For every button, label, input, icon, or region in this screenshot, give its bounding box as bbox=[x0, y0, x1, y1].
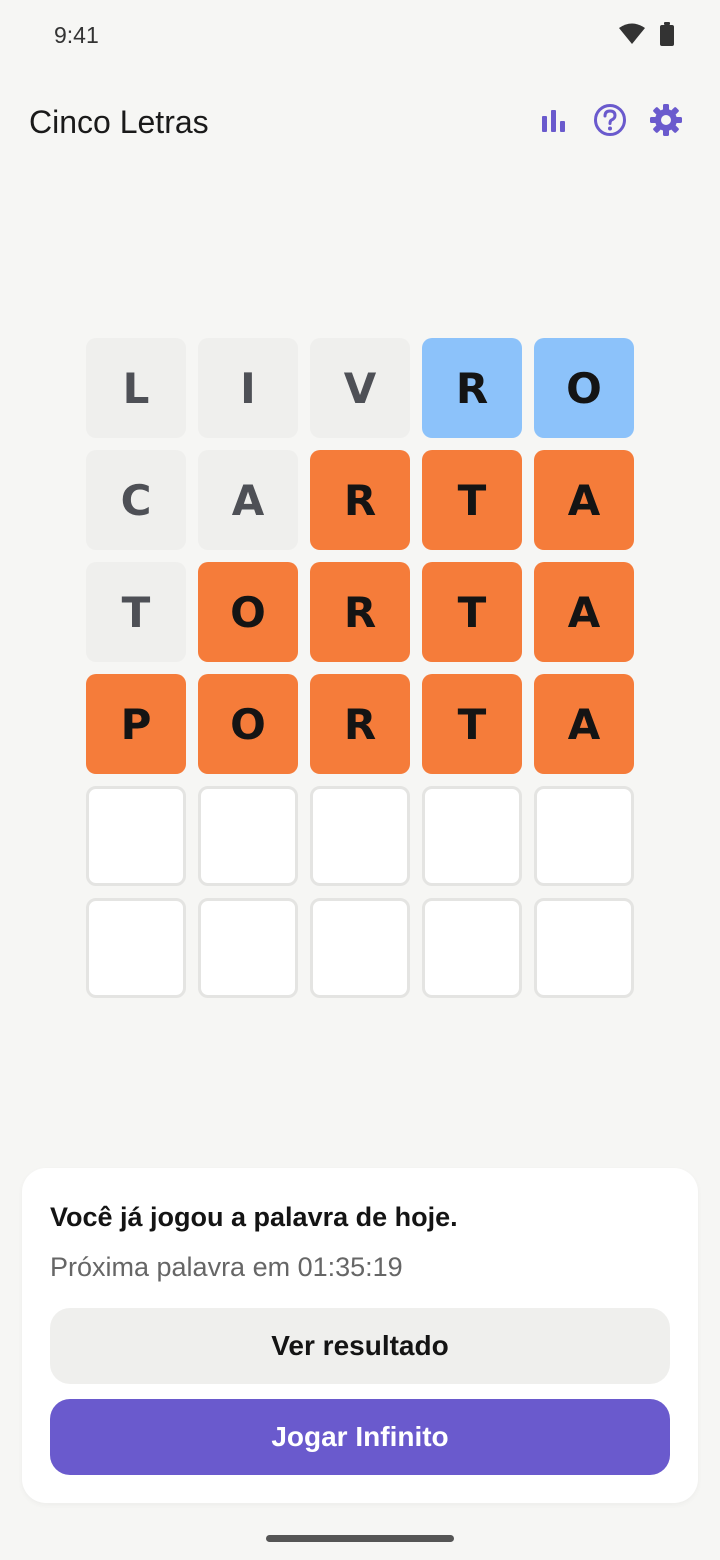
stats-button[interactable] bbox=[536, 104, 572, 140]
status-icons bbox=[618, 22, 674, 51]
letter-tile-absent: C bbox=[86, 450, 186, 550]
settings-icon bbox=[649, 103, 683, 142]
letter-tile-correct: R bbox=[310, 450, 410, 550]
empty-tile bbox=[310, 898, 410, 998]
help-icon bbox=[593, 103, 627, 142]
empty-tile bbox=[422, 898, 522, 998]
letter-tile-correct: T bbox=[422, 450, 522, 550]
letter-tile-present: R bbox=[422, 338, 522, 438]
settings-button[interactable] bbox=[648, 103, 684, 142]
app-actions bbox=[536, 103, 684, 142]
status-time: 9:41 bbox=[54, 22, 99, 48]
empty-tile bbox=[534, 898, 634, 998]
letter-tile-absent: V bbox=[310, 338, 410, 438]
wifi-icon bbox=[618, 23, 646, 50]
empty-tile bbox=[422, 786, 522, 886]
letter-tile-correct: O bbox=[198, 674, 298, 774]
letter-tile-correct: P bbox=[86, 674, 186, 774]
empty-tile bbox=[198, 898, 298, 998]
game-board: LIVROCARTATORTAPORTA bbox=[86, 338, 634, 998]
view-result-button[interactable]: Ver resultado bbox=[50, 1308, 670, 1384]
result-card: Você já jogou a palavra de hoje. Próxima… bbox=[22, 1168, 698, 1503]
played-message: Você já jogou a palavra de hoje. bbox=[50, 1202, 458, 1232]
letter-tile-absent: A bbox=[198, 450, 298, 550]
letter-tile-absent: I bbox=[198, 338, 298, 438]
letter-tile-correct: T bbox=[422, 562, 522, 662]
letter-tile-correct: T bbox=[422, 674, 522, 774]
next-word-countdown: Próxima palavra em 01:35:19 bbox=[50, 1252, 403, 1282]
app-bar: Cinco Letras bbox=[0, 88, 720, 158]
letter-tile-correct: R bbox=[310, 562, 410, 662]
empty-tile bbox=[86, 786, 186, 886]
letter-tile-absent: T bbox=[86, 562, 186, 662]
empty-tile bbox=[198, 786, 298, 886]
letter-tile-correct: R bbox=[310, 674, 410, 774]
home-indicator[interactable] bbox=[266, 1535, 454, 1542]
letter-tile-correct: A bbox=[534, 674, 634, 774]
letter-tile-correct: O bbox=[198, 562, 298, 662]
empty-tile bbox=[86, 898, 186, 998]
empty-tile bbox=[310, 786, 410, 886]
letter-tile-correct: A bbox=[534, 562, 634, 662]
play-infinite-button[interactable]: Jogar Infinito bbox=[50, 1399, 670, 1475]
letter-tile-absent: L bbox=[86, 338, 186, 438]
battery-icon bbox=[660, 22, 674, 51]
help-button[interactable] bbox=[592, 103, 628, 142]
app-title: Cinco Letras bbox=[29, 104, 209, 140]
stats-icon bbox=[541, 108, 567, 137]
status-bar: 9:41 bbox=[0, 0, 720, 72]
letter-tile-present: O bbox=[534, 338, 634, 438]
letter-tile-correct: A bbox=[534, 450, 634, 550]
empty-tile bbox=[534, 786, 634, 886]
